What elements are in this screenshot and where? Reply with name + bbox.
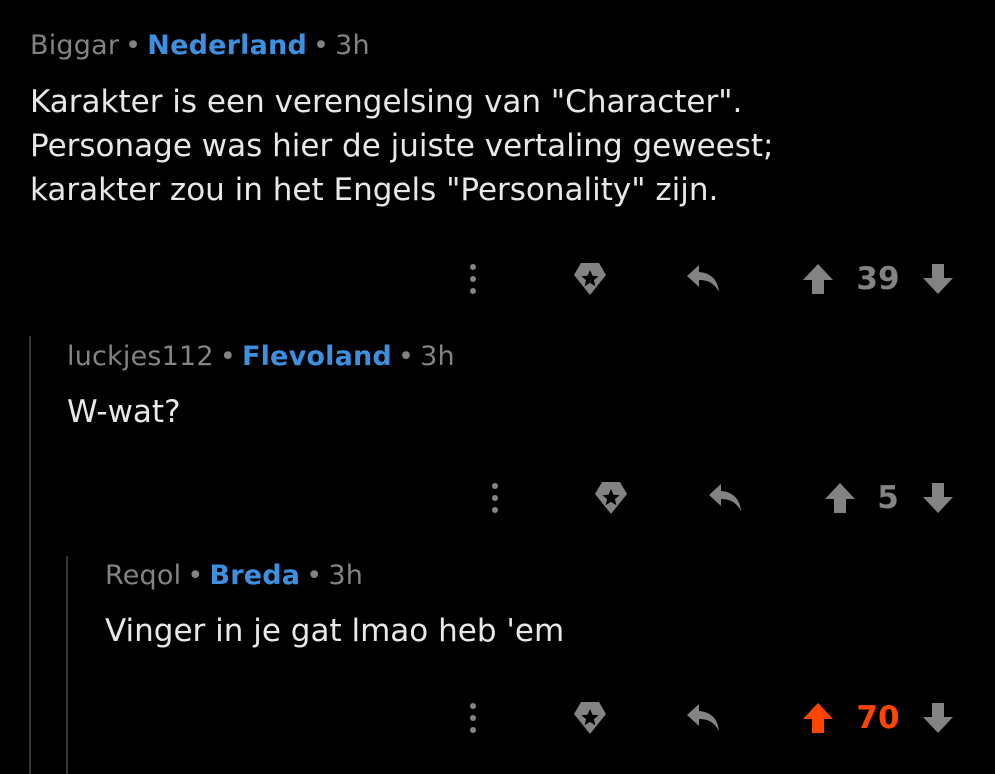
user-flair: Nederland	[147, 30, 307, 61]
timestamp: 3h	[335, 30, 370, 61]
upvote-button[interactable]	[798, 698, 838, 738]
user-flair: Breda	[209, 560, 301, 591]
comment-meta: Biggar • Nederland • 3h	[30, 30, 370, 61]
reply-button[interactable]	[682, 259, 726, 299]
more-options-button[interactable]	[458, 259, 488, 299]
separator: •	[219, 341, 236, 372]
vote-score: 5	[877, 480, 899, 516]
separator: •	[397, 341, 415, 372]
reply-icon	[687, 265, 719, 292]
separator: •	[125, 30, 142, 61]
comment-actions: 39	[0, 259, 995, 299]
more-vertical-icon	[492, 483, 498, 513]
separator: •	[312, 30, 330, 61]
comment-text: Karakter is een verengelsing van "Charac…	[30, 84, 774, 208]
comment-text: Vinger in je gat lmao heb 'em	[105, 613, 565, 649]
vote-score: 70	[856, 700, 900, 736]
downvote-button[interactable]	[918, 698, 958, 738]
comment-meta: Reqol • Breda • 3h	[105, 560, 363, 591]
comment-text: W-wat?	[67, 394, 181, 430]
upvote-button[interactable]	[820, 478, 860, 518]
downvote-arrow-icon	[923, 264, 953, 294]
reply-button[interactable]	[682, 698, 726, 738]
award-icon	[595, 482, 627, 514]
downvote-arrow-icon	[923, 703, 953, 733]
reply-icon	[709, 484, 741, 511]
timestamp: 3h	[328, 560, 364, 591]
upvote-button[interactable]	[798, 259, 838, 299]
timestamp: 3h	[420, 341, 455, 372]
award-button[interactable]	[589, 478, 633, 518]
username[interactable]: Reqol	[105, 560, 181, 591]
username[interactable]: Biggar	[30, 30, 119, 61]
username[interactable]: luckjes112	[67, 341, 214, 372]
comment-actions: 70	[0, 698, 995, 738]
upvote-arrow-icon	[803, 264, 833, 294]
vote-score: 39	[856, 261, 900, 297]
more-options-button[interactable]	[458, 698, 488, 738]
upvote-arrow-icon	[825, 483, 855, 513]
reply-icon	[687, 704, 719, 731]
award-button[interactable]	[568, 259, 612, 299]
reply-button[interactable]	[704, 478, 748, 518]
award-button[interactable]	[568, 698, 612, 738]
downvote-button[interactable]	[918, 259, 958, 299]
separator: •	[306, 560, 323, 591]
award-icon	[574, 263, 606, 295]
more-vertical-icon	[470, 264, 476, 294]
comment-actions: 5	[0, 478, 995, 518]
downvote-arrow-icon	[923, 483, 953, 513]
more-vertical-icon	[470, 703, 476, 733]
more-options-button[interactable]	[480, 478, 510, 518]
upvote-arrow-icon	[803, 703, 833, 733]
downvote-button[interactable]	[918, 478, 958, 518]
comment-meta: luckjes112 • Flevoland • 3h	[67, 341, 455, 372]
award-icon	[574, 702, 606, 734]
user-flair: Flevoland	[241, 341, 392, 372]
separator: •	[187, 560, 204, 591]
thread-line[interactable]	[66, 556, 68, 774]
